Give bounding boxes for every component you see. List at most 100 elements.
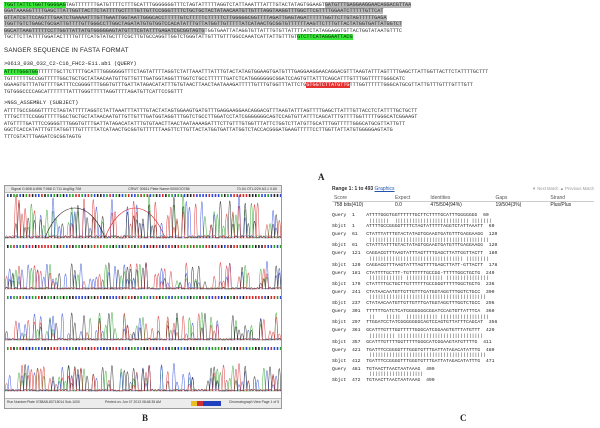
- base-call-mark: [84, 296, 87, 299]
- sequence-segment-green: TGGTTATTCTGGTTGGGGAG: [4, 2, 66, 8]
- base-call-mark: [196, 194, 198, 197]
- base-call-mark: [236, 296, 238, 299]
- base-call-mark: [227, 296, 229, 299]
- base-call-mark: [251, 245, 254, 248]
- previous-match-button[interactable]: ▲ Previous Match: [560, 186, 594, 191]
- base-call-mark: [186, 347, 189, 350]
- base-call-mark: [100, 347, 102, 350]
- base-call-mark: [214, 347, 217, 350]
- panel-label-b: B: [142, 413, 149, 423]
- base-call-mark: [205, 245, 207, 248]
- page-indicator: Chromatograph View Page 1 of 5: [228, 400, 279, 404]
- base-call-mark: [81, 194, 83, 197]
- base-call-mark: [239, 194, 242, 197]
- base-call-mark: [245, 347, 248, 350]
- base-call-mark: [62, 347, 65, 350]
- stats-value: 19/504(3%): [495, 202, 522, 208]
- base-call-mark: [211, 194, 214, 197]
- next-match-button[interactable]: ▼ Next Match: [532, 186, 559, 191]
- base-call-mark: [189, 245, 192, 248]
- base-call-mark: [205, 194, 207, 197]
- base-call-mark: [168, 347, 170, 350]
- base-call-mark: [100, 194, 102, 197]
- trace-C: [5, 261, 281, 290]
- base-call-mark: [146, 296, 149, 299]
- base-call-mark: [186, 296, 189, 299]
- base-call-mark: [245, 245, 248, 248]
- base-call-mark: [214, 245, 217, 248]
- graphics-link[interactable]: Graphics: [375, 186, 395, 192]
- base-call-mark: [25, 296, 28, 299]
- base-call-mark: [44, 194, 46, 197]
- base-call-mark: [81, 296, 83, 299]
- base-call-mark: [248, 347, 251, 350]
- base-call-mark: [149, 194, 152, 197]
- chromatogram-window[interactable]: Signal G:808 A:896 T:968 C:711 AvgSig:70…: [4, 185, 282, 409]
- base-call-mark: [155, 296, 158, 299]
- base-call-mark: [96, 194, 99, 197]
- base-call-mark: [38, 296, 40, 299]
- base-call-mark: [171, 347, 173, 350]
- base-call-mark: [162, 245, 164, 248]
- base-call-mark: [72, 296, 74, 299]
- sequence-segment-red: GTGGTCTTATGTTG: [306, 82, 350, 89]
- base-call-mark: [93, 194, 96, 197]
- base-call-mark: [84, 347, 87, 350]
- base-call-mark: [121, 347, 124, 350]
- base-call-mark: [233, 296, 235, 299]
- base-call-mark: [255, 347, 257, 350]
- base-call-mark: [202, 347, 204, 350]
- base-call-mark: [19, 194, 21, 197]
- trace-G: [5, 312, 281, 341]
- base-call-mark: [78, 245, 80, 248]
- quality-bar: [191, 401, 221, 406]
- base-call-mark: [273, 347, 276, 350]
- base-call-mark: [118, 347, 121, 350]
- base-call-mark: [140, 347, 142, 350]
- trace-A: [5, 312, 281, 341]
- base-call-mark: [22, 347, 25, 350]
- base-call-mark: [189, 194, 192, 197]
- base-call-mark: [38, 347, 40, 350]
- base-call-mark: [193, 347, 195, 350]
- base-call-mark: [242, 245, 245, 248]
- alignment-block: Query 241 CTATAACAATGTTGTTGTTTGATGGTAGGT…: [332, 290, 594, 309]
- base-call-mark: [261, 296, 263, 299]
- base-call-mark: [13, 194, 15, 197]
- base-call-mark: [155, 245, 158, 248]
- base-call-mark: [84, 245, 87, 248]
- base-call-mark: [93, 296, 96, 299]
- base-call-mark: [220, 347, 223, 350]
- base-call-mark: [106, 347, 108, 350]
- run-info: 70-54 OTL/229 A3.1 0.60: [236, 187, 277, 191]
- panel-a-sequence-text: TGGTTATTCTGGTTGGGGAGTAGTTTTTTTGATGTTTTCT…: [4, 2, 596, 176]
- base-call-mark: [143, 296, 145, 299]
- base-call-mark: [196, 245, 198, 248]
- base-call-mark: [205, 347, 207, 350]
- base-call-mark: [131, 194, 133, 197]
- base-call-mark: [199, 245, 201, 248]
- base-call-mark: [112, 245, 114, 248]
- base-call-mark: [230, 245, 232, 248]
- base-call-mark: [152, 347, 155, 350]
- base-call-mark: [211, 296, 214, 299]
- base-call-strip: [7, 347, 281, 350]
- base-call-mark: [276, 347, 279, 350]
- base-call-mark: [158, 296, 161, 299]
- base-call-mark: [251, 347, 254, 350]
- base-call-mark: [59, 194, 62, 197]
- base-call-mark: [38, 194, 40, 197]
- base-call-mark: [239, 245, 242, 248]
- base-call-mark: [53, 245, 56, 248]
- base-call-mark: [50, 194, 52, 197]
- chromatogram-traces[interactable]: [5, 193, 281, 397]
- base-call-mark: [168, 245, 170, 248]
- fasta-section-title: SANGER SEQUENCE IN FASTA FORMAT: [4, 47, 129, 55]
- base-call-mark: [162, 347, 164, 350]
- base-call-mark: [34, 245, 37, 248]
- base-call-mark: [72, 245, 74, 248]
- base-call-mark: [208, 194, 211, 197]
- base-call-mark: [103, 194, 105, 197]
- base-call-mark: [158, 194, 161, 197]
- base-call-mark: [267, 245, 269, 248]
